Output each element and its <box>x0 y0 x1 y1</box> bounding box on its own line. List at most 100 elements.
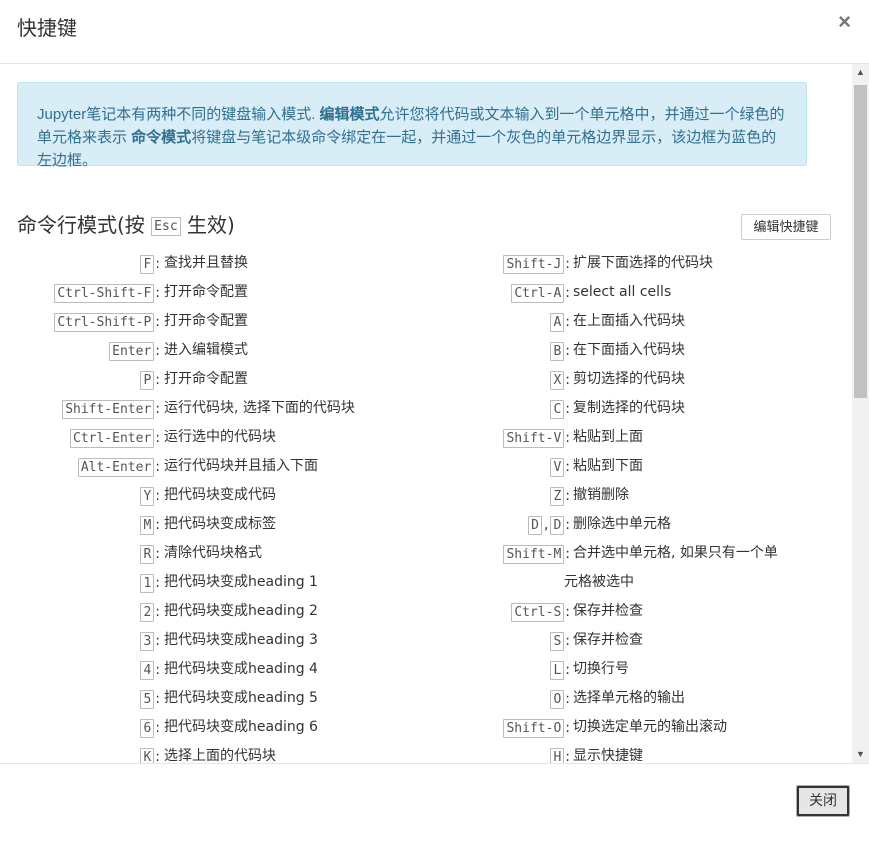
shortcut-description: 选择上面的代码块 <box>164 742 276 763</box>
shortcut-description: 粘贴到上面 <box>573 423 643 452</box>
shortcut-description-text: 打开命令配置 <box>164 371 248 387</box>
shortcut-row: 6: 把代码块变成heading 6 <box>17 713 427 742</box>
scrollbar-thumb[interactable] <box>854 85 867 398</box>
shortcut-keys: F: <box>17 249 160 279</box>
shortcut-keys: D,D: <box>430 510 570 540</box>
key-colon: : <box>565 749 570 763</box>
key-cap: Shift-V <box>503 428 565 448</box>
shortcut-row: Ctrl-Enter: 运行选中的代码块 <box>17 423 427 452</box>
key-colon: : <box>565 546 570 562</box>
key-colon: : <box>565 633 570 649</box>
shortcut-row: B: 在下面插入代码块 <box>430 336 830 365</box>
shortcut-description-text: 打开命令配置 <box>164 284 248 300</box>
shortcut-description-text: 选择上面的代码块 <box>164 748 276 763</box>
key-cap: X <box>550 370 565 390</box>
key-cap: 4 <box>140 660 155 680</box>
shortcut-row: Z: 撤销删除 <box>430 481 830 510</box>
shortcut-row: O: 选择单元格的输出 <box>430 684 830 713</box>
shortcut-keys: Shift-O: <box>430 713 570 743</box>
shortcut-description: 粘贴到下面 <box>573 452 643 481</box>
dialog-body[interactable]: Jupyter笔记本有两种不同的键盘输入模式. 编辑模式允许您将代码或文本输入到… <box>0 64 869 763</box>
shortcut-keys: L: <box>430 655 570 685</box>
shortcut-description: 删除选中单元格 <box>573 510 671 539</box>
shortcut-description-text: 查找并且替换 <box>164 255 248 271</box>
shortcut-description: 把代码块变成heading 1 <box>164 568 318 597</box>
command-mode-heading: 命令行模式(按 Esc 生效) <box>17 211 235 239</box>
shortcut-row: Shift-O: 切换选定单元的输出滚动 <box>430 713 830 742</box>
shortcut-keys: O: <box>430 684 570 714</box>
key-cap: Shift-O <box>503 718 565 738</box>
shortcut-description-text: 显示快捷键 <box>573 748 643 763</box>
key-cap: Ctrl-Enter <box>70 428 155 448</box>
shortcut-description: 把代码块变成标签 <box>164 510 276 539</box>
shortcut-description-text: 扩展下面选择的代码块 <box>573 255 713 271</box>
shortcut-description: 把代码块变成heading 3 <box>164 626 318 655</box>
key-cap: Y <box>140 486 155 506</box>
shortcut-keys: H: <box>430 742 570 763</box>
key-cap: D <box>528 515 542 535</box>
shortcut-description: 合并选中单元格, 如果只有一个单 元格被选中 <box>564 539 823 590</box>
shortcut-description: 选择单元格的输出 <box>573 684 685 713</box>
key-colon: : <box>565 488 570 504</box>
shortcut-row: 1: 把代码块变成heading 1 <box>17 568 427 597</box>
shortcut-description-text: 把代码块变成标签 <box>164 516 276 532</box>
shortcut-description-text: 粘贴到下面 <box>573 458 643 474</box>
shortcut-keys: Ctrl-A: <box>430 278 570 308</box>
shortcut-keys: P: <box>17 365 160 395</box>
shortcut-keys: Shift-V: <box>430 423 570 453</box>
scroll-down-arrow-icon[interactable]: ▼ <box>852 746 869 763</box>
alert-text-1: Jupyter笔记本有两种不同的键盘输入模式. <box>37 106 320 123</box>
shortcut-description: 打开命令配置 <box>164 307 248 336</box>
shortcut-keys: 4: <box>17 655 160 685</box>
key-colon: : <box>565 285 570 301</box>
key-cap: 2 <box>140 602 155 622</box>
key-cap: B <box>550 341 565 361</box>
shortcut-row: Shift-Enter: 运行代码块, 选择下面的代码块 <box>17 394 427 423</box>
shortcut-keys: B: <box>430 336 570 366</box>
shortcut-keys: Ctrl-Enter: <box>17 423 160 453</box>
shortcut-row: 2: 把代码块变成heading 2 <box>17 597 427 626</box>
key-cap: Shift-Enter <box>62 399 155 419</box>
shortcut-description: 扩展下面选择的代码块 <box>573 249 713 278</box>
shortcut-row: H: 显示快捷键 <box>430 742 830 763</box>
shortcut-description-text: 删除选中单元格 <box>573 516 671 532</box>
shortcut-description-text: 把代码块变成代码 <box>164 487 276 503</box>
close-button[interactable]: 关闭 <box>796 785 850 817</box>
shortcut-row: L: 切换行号 <box>430 655 830 684</box>
key-colon: : <box>155 256 160 272</box>
key-cap: K <box>140 747 155 763</box>
heading-suffix: 生效) <box>180 213 235 237</box>
shortcut-description: 剪切选择的代码块 <box>573 365 685 394</box>
key-colon: : <box>155 430 160 446</box>
shortcut-description: select all cells <box>573 278 671 307</box>
shortcut-description-text: 合并选中单元格, 如果只有一个单 <box>573 545 778 561</box>
key-cap: Ctrl-Shift-F <box>54 283 155 303</box>
shortcut-description-text: 剪切选择的代码块 <box>573 371 685 387</box>
shortcut-row: Ctrl-A: select all cells <box>430 278 830 307</box>
shortcut-description-text: 选择单元格的输出 <box>573 690 685 706</box>
shortcut-keys: V: <box>430 452 570 482</box>
shortcut-row: Shift-V: 粘贴到上面 <box>430 423 830 452</box>
shortcut-description: 运行代码块, 选择下面的代码块 <box>164 394 355 423</box>
vertical-scrollbar[interactable]: ▲ ▼ <box>852 64 869 763</box>
edit-shortcuts-button[interactable]: 编辑快捷键 <box>741 214 831 240</box>
shortcut-keys: Shift-J: <box>430 249 570 279</box>
dialog-header: 快捷键 × <box>0 0 869 64</box>
mode-info-alert: Jupyter笔记本有两种不同的键盘输入模式. 编辑模式允许您将代码或文本输入到… <box>17 82 807 169</box>
shortcut-description: 清除代码块格式 <box>164 539 262 568</box>
shortcut-row: S: 保存并检查 <box>430 626 830 655</box>
close-icon[interactable]: × <box>838 10 851 34</box>
key-colon: : <box>155 546 160 562</box>
shortcut-row: K: 选择上面的代码块 <box>17 742 427 763</box>
key-cap: D <box>550 515 565 535</box>
shortcut-description: 复制选择的代码块 <box>573 394 685 423</box>
key-cap: 3 <box>140 631 155 651</box>
scroll-up-arrow-icon[interactable]: ▲ <box>852 64 869 81</box>
key-colon: : <box>565 256 570 272</box>
shortcut-keys: 1: <box>17 568 160 598</box>
shortcut-keys: 2: <box>17 597 160 627</box>
shortcut-keys: Z: <box>430 481 570 511</box>
shortcut-row: M: 把代码块变成标签 <box>17 510 427 539</box>
key-cap: Enter <box>109 341 155 361</box>
shortcut-description-text: 清除代码块格式 <box>164 545 262 561</box>
